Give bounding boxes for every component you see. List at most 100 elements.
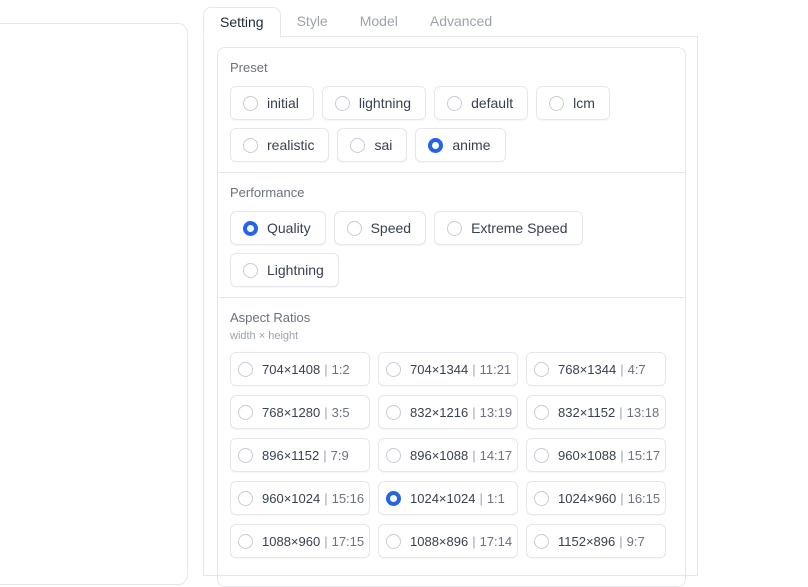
settings-group: Preset initial lightning default lcm realist… <box>217 47 686 587</box>
aspect-ratio-dims: 896×1152 <box>262 447 320 463</box>
preset-option-label: anime <box>452 137 491 153</box>
aspect-ratio-option[interactable]: 896×1088 | 14:17 <box>378 438 518 472</box>
radio-icon[interactable] <box>346 220 362 236</box>
tab-bar: Setting Style Model Advanced <box>203 7 508 38</box>
performance-option[interactable]: Extreme Speed <box>434 211 583 245</box>
aspect-ratio-separator: | <box>620 361 624 377</box>
radio-icon[interactable] <box>243 95 258 111</box>
aspect-ratio-value: 3:5 <box>331 404 350 420</box>
aspect-ratio-dims: 832×1152 <box>558 404 616 420</box>
preset-option[interactable]: initial <box>230 86 314 120</box>
performance-option[interactable]: Speed <box>333 211 427 245</box>
aspect-ratio-value: 15:16 <box>331 490 365 506</box>
aspect-ratio-value: 4:7 <box>627 361 646 377</box>
aspect-ratio-option[interactable]: 704×1408 | 1:2 <box>230 352 370 386</box>
performance-option-label: Lightning <box>267 262 324 278</box>
aspect-ratio-option[interactable]: 704×1344 | 11:21 <box>378 352 518 386</box>
aspect-ratio-value: 9:7 <box>626 533 645 549</box>
aspect-ratio-option[interactable]: 1024×1024 | 1:1 <box>378 481 518 515</box>
radio-icon[interactable] <box>238 490 253 506</box>
aspect-ratio-option[interactable]: 960×1088 | 15:17 <box>526 438 666 472</box>
radio-icon[interactable] <box>534 447 549 463</box>
radio-icon[interactable] <box>534 533 549 549</box>
radio-icon[interactable] <box>447 95 463 111</box>
aspect-ratio-dims: 704×1344 <box>410 361 469 377</box>
aspect-ratios-section: Aspect Ratios width × height 704×1408 | 1:… <box>218 298 685 568</box>
aspect-ratios-info: width × height <box>230 330 299 342</box>
radio-icon[interactable] <box>386 490 401 506</box>
aspect-ratio-value: 1:2 <box>331 361 350 377</box>
preset-option-label: sai <box>374 137 393 153</box>
performance-option[interactable]: Quality <box>230 211 326 245</box>
aspect-ratio-separator: | <box>324 490 328 506</box>
radio-icon[interactable] <box>549 95 565 111</box>
preset-option[interactable]: default <box>434 86 529 120</box>
preset-option[interactable]: lightning <box>321 86 427 120</box>
radio-icon[interactable] <box>243 262 258 278</box>
radio-icon[interactable] <box>386 447 401 463</box>
aspect-ratio-options: 704×1408 | 1:2 704×1344 | 11:21 768×1344 | 4:7 76… <box>230 352 673 558</box>
radio-icon[interactable] <box>386 533 401 549</box>
preset-option[interactable]: lcm <box>536 86 610 120</box>
aspect-ratio-option[interactable]: 1152×896 | 9:7 <box>526 524 666 558</box>
preset-option[interactable]: realistic <box>230 128 330 162</box>
aspect-ratio-dims: 960×1088 <box>558 447 617 463</box>
aspect-ratio-value: 11:21 <box>479 361 512 377</box>
preset-options: initial lightning default lcm realistic sai an… <box>230 86 673 162</box>
preset-option[interactable]: sai <box>337 128 408 162</box>
performance-options: Quality Speed Extreme Speed Lightning <box>230 211 673 287</box>
radio-icon[interactable] <box>350 137 366 153</box>
radio-icon[interactable] <box>238 533 253 549</box>
aspect-ratio-separator: | <box>620 447 624 463</box>
performance-option[interactable]: Lightning <box>230 253 339 287</box>
aspect-ratio-option[interactable]: 832×1152 | 13:18 <box>526 395 666 429</box>
radio-icon[interactable] <box>243 137 258 153</box>
radio-icon[interactable] <box>238 404 253 420</box>
radio-icon[interactable] <box>238 361 253 377</box>
aspect-ratio-value: 14:17 <box>479 447 513 463</box>
aspect-ratio-dims: 768×1280 <box>262 404 321 420</box>
radio-icon[interactable] <box>534 490 549 506</box>
tab-setting[interactable]: Setting <box>203 7 281 38</box>
tab-style[interactable]: Style <box>281 7 344 36</box>
aspect-ratio-option[interactable]: 1088×896 | 17:14 <box>378 524 518 558</box>
aspect-ratio-option[interactable]: 896×1152 | 7:9 <box>230 438 370 472</box>
aspect-ratio-separator: | <box>479 490 483 506</box>
aspect-ratio-option[interactable]: 832×1216 | 13:19 <box>378 395 518 429</box>
aspect-ratio-value: 16:15 <box>627 490 661 506</box>
aspect-ratio-separator: | <box>472 361 476 377</box>
radio-icon[interactable] <box>386 404 401 420</box>
aspect-ratio-dims: 1024×960 <box>558 490 617 506</box>
radio-icon[interactable] <box>534 361 549 377</box>
aspect-ratio-dims: 1024×1024 <box>410 490 476 506</box>
preset-option-label: lightning <box>358 95 412 111</box>
aspect-ratio-option[interactable]: 960×1024 | 15:16 <box>230 481 370 515</box>
aspect-ratio-option[interactable]: 1088×960 | 17:15 <box>230 524 370 558</box>
preset-option-label: default <box>471 95 514 111</box>
radio-icon[interactable] <box>243 220 258 236</box>
radio-icon[interactable] <box>534 404 549 420</box>
aspect-ratio-value: 13:18 <box>626 404 660 420</box>
left-panel <box>0 23 188 585</box>
aspect-ratios-label: Aspect Ratios <box>230 310 311 325</box>
aspect-ratio-separator: | <box>619 533 623 549</box>
performance-label: Performance <box>230 185 305 200</box>
aspect-ratio-dims: 832×1216 <box>410 404 469 420</box>
aspect-ratio-value: 13:19 <box>479 404 513 420</box>
aspect-ratio-option[interactable]: 1024×960 | 16:15 <box>526 481 666 515</box>
tab-model[interactable]: Model <box>344 7 414 36</box>
aspect-ratio-separator: | <box>324 533 328 549</box>
aspect-ratio-dims: 960×1024 <box>262 490 321 506</box>
preset-section: Preset initial lightning default lcm realist… <box>218 48 685 173</box>
radio-icon[interactable] <box>447 220 463 236</box>
aspect-ratio-option[interactable]: 768×1280 | 3:5 <box>230 395 370 429</box>
radio-icon[interactable] <box>238 447 253 463</box>
aspect-ratio-dims: 704×1408 <box>262 361 321 377</box>
radio-icon[interactable] <box>334 95 350 111</box>
aspect-ratio-option[interactable]: 768×1344 | 4:7 <box>526 352 666 386</box>
preset-option[interactable]: anime <box>415 128 506 162</box>
aspect-ratio-value: 15:17 <box>627 447 661 463</box>
radio-icon[interactable] <box>386 361 401 377</box>
tab-advanced[interactable]: Advanced <box>414 7 508 36</box>
radio-icon[interactable] <box>428 137 444 153</box>
